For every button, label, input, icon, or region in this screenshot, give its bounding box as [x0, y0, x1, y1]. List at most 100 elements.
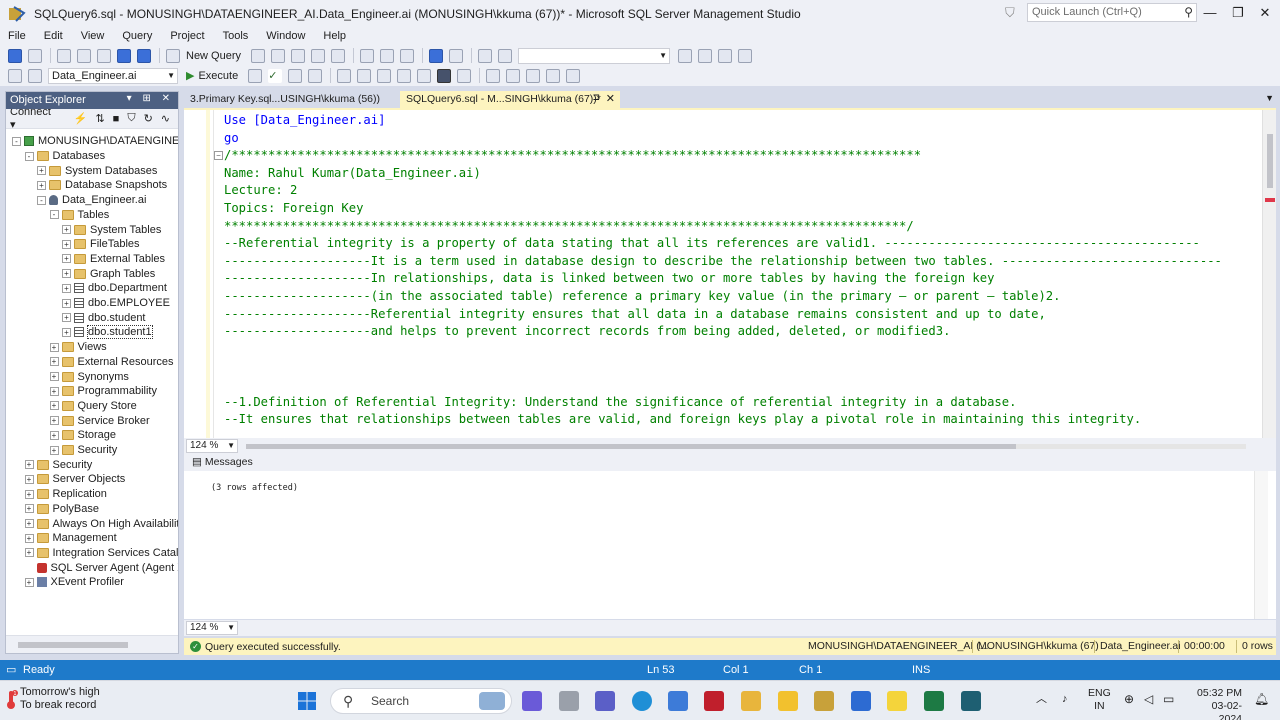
mdx-query-icon[interactable] [271, 48, 286, 63]
connect-icon[interactable] [8, 68, 22, 83]
expand-icon[interactable]: + [62, 283, 71, 293]
client-statistics-icon[interactable] [397, 68, 412, 83]
network-icon[interactable]: ⊕ [1124, 693, 1134, 706]
expand-icon[interactable]: + [62, 313, 71, 323]
expand-icon[interactable]: + [37, 166, 46, 176]
change-connection-icon[interactable] [28, 68, 42, 83]
expand-icon[interactable]: + [24, 504, 34, 514]
display-estimated-plan-icon[interactable] [288, 68, 303, 83]
expand-icon[interactable]: + [49, 430, 59, 440]
menu-help[interactable]: Help [323, 30, 346, 42]
expand-icon[interactable]: + [49, 372, 59, 382]
cancel-query-icon[interactable] [248, 68, 263, 83]
menu-window[interactable]: Window [266, 30, 305, 42]
stop-icon[interactable]: ■ [113, 113, 120, 125]
tree-node[interactable]: - Data_Engineer.ai [37, 193, 146, 208]
menu-query[interactable]: Query [122, 30, 152, 42]
tree-node[interactable]: + dbo.student1 [62, 325, 153, 340]
connect-button[interactable]: Connect ▾ [10, 106, 66, 131]
expand-icon[interactable]: + [49, 357, 59, 367]
back-icon[interactable] [8, 48, 22, 63]
expand-icon[interactable]: + [62, 225, 71, 235]
expand-icon[interactable]: + [24, 460, 34, 470]
expand-icon[interactable]: + [62, 327, 71, 337]
comment-icon[interactable] [486, 68, 501, 83]
execute-icon[interactable]: ▶ [186, 69, 194, 82]
expand-icon[interactable]: + [49, 401, 59, 411]
tree-node[interactable]: + PolyBase [24, 502, 99, 517]
results-to-file-icon[interactable] [457, 68, 472, 83]
telegram-icon[interactable] [851, 691, 871, 711]
dax-query-icon[interactable] [331, 48, 346, 63]
save-all-icon[interactable] [137, 48, 151, 63]
tree-node[interactable]: + System Tables [62, 222, 161, 237]
menu-project[interactable]: Project [170, 30, 204, 42]
database-engine-query-icon[interactable] [251, 48, 266, 63]
undo-icon[interactable] [429, 48, 444, 63]
expand-icon[interactable]: + [62, 298, 71, 308]
windows-start-icon[interactable] [297, 691, 317, 711]
panel-pin-close-icons[interactable]: ▾ ⊞ ✕ [127, 93, 174, 104]
object-explorer-scrollbar[interactable] [6, 635, 178, 653]
tree-node[interactable]: SQL Server Agent (Agent XPs di [25, 560, 178, 575]
expand-icon[interactable]: + [62, 239, 71, 249]
ssms-taskbar-icon[interactable] [814, 691, 834, 711]
scrollbar-thumb[interactable] [246, 444, 1016, 449]
tree-node[interactable]: + dbo.student [62, 310, 146, 325]
xmla-query-icon[interactable] [311, 48, 326, 63]
expand-icon[interactable]: + [62, 269, 71, 279]
tab-primary-key-sql[interactable]: 3.Primary Key.sql...USINGH\kkuma (56)) [184, 91, 386, 108]
add-item-icon[interactable] [77, 48, 91, 63]
notifications-icon[interactable]: 🔔︎ [1254, 693, 1269, 706]
tab-messages[interactable]: Messages [205, 456, 253, 468]
results-to-grid-icon[interactable] [437, 68, 452, 83]
maximize-button[interactable]: ❐ [1228, 4, 1248, 22]
teams-icon[interactable] [595, 691, 615, 711]
live-query-statistics-icon[interactable] [377, 68, 392, 83]
expand-icon[interactable]: + [24, 474, 34, 484]
paste-icon[interactable] [400, 48, 415, 63]
tree-node[interactable]: + Service Broker [49, 413, 150, 428]
tree-node[interactable]: + Synonyms [49, 369, 129, 384]
terminal-icon[interactable] [961, 691, 981, 711]
include-actual-plan-icon[interactable] [357, 68, 372, 83]
expand-icon[interactable]: + [24, 519, 34, 529]
specify-values-icon[interactable] [566, 68, 581, 83]
activity-monitor-icon[interactable] [478, 48, 493, 63]
toolbox-icon[interactable] [718, 48, 733, 63]
tree-node[interactable]: + Security [49, 443, 117, 458]
fold-collapse-icon[interactable]: − [214, 151, 223, 161]
tree-node[interactable]: + Storage [49, 428, 116, 443]
collapse-icon[interactable]: - [37, 195, 46, 205]
tree-node[interactable]: + Replication [24, 487, 107, 502]
messages-zoom-combo[interactable]: 124 % ▼ [186, 621, 238, 635]
debug-icon[interactable] [498, 48, 513, 63]
window-layout-icon[interactable] [738, 48, 753, 63]
pin-icon[interactable]: ⊐ [592, 92, 600, 103]
expand-icon[interactable]: + [37, 180, 46, 190]
tree-node[interactable]: + Programmability [49, 384, 157, 399]
menu-edit[interactable]: Edit [44, 30, 63, 42]
tree-node[interactable]: + XEvent Profiler [24, 575, 124, 590]
decrease-indent-icon[interactable] [526, 68, 541, 83]
filter-icon[interactable]: ⛉ [127, 112, 135, 125]
file-explorer-icon[interactable] [741, 691, 761, 711]
expand-icon[interactable]: + [24, 533, 34, 543]
tree-node[interactable]: + Always On High Availability [24, 516, 178, 531]
tree-node[interactable]: + dbo.Department [62, 281, 167, 296]
expand-icon[interactable]: + [62, 254, 71, 264]
tree-node[interactable]: + Database Snapshots [37, 178, 167, 193]
scrollbar-thumb[interactable] [18, 642, 128, 648]
results-to-text-icon[interactable] [417, 68, 432, 83]
weather-thermometer-icon[interactable]: 1 [4, 690, 18, 710]
battery-icon[interactable]: ▭ [1163, 693, 1174, 706]
editor-zoom-combo[interactable]: 124 % ▼ [186, 439, 238, 453]
menu-tools[interactable]: Tools [223, 30, 249, 42]
tree-node[interactable]: + External Resources [49, 355, 174, 370]
tab-sqlquery6[interactable]: SQLQuery6.sql - M...SINGH\kkuma (67))* ⊐… [400, 91, 620, 108]
collapse-icon[interactable]: - [12, 136, 21, 146]
tree-node[interactable]: - Databases [24, 149, 105, 164]
menu-view[interactable]: View [81, 30, 105, 42]
excel-icon[interactable] [924, 691, 944, 711]
mcafee-icon[interactable] [704, 691, 724, 711]
